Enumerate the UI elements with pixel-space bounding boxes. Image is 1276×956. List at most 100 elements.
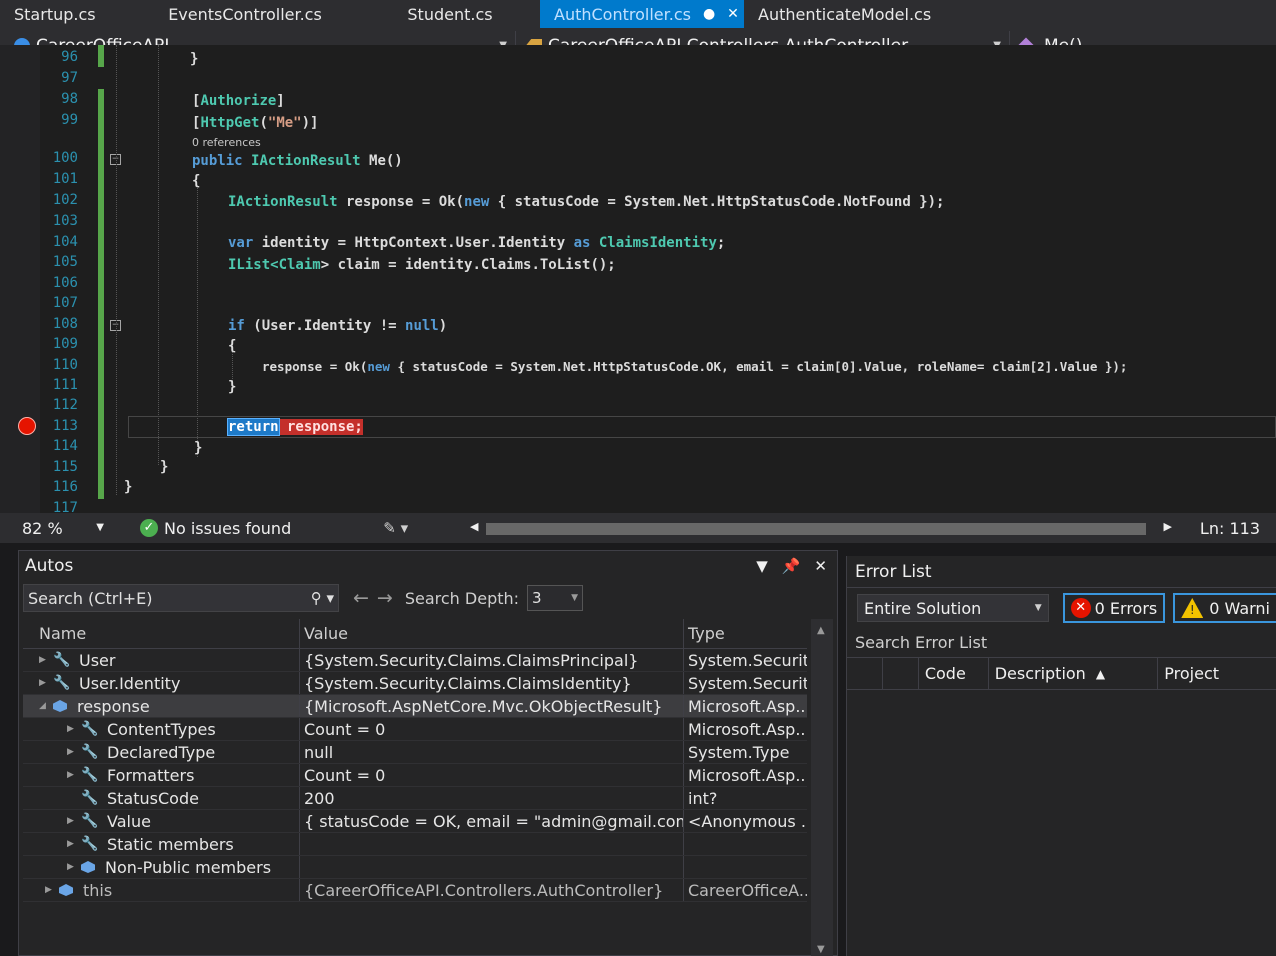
indent-guide	[158, 45, 159, 465]
close-icon[interactable]: ✕	[727, 6, 739, 22]
vertical-scrollbar[interactable]: ▲ ▼	[811, 619, 833, 956]
errors-count: 0 Errors	[1094, 598, 1158, 618]
wrench-icon: 🔧	[81, 744, 99, 760]
scope-dropdown[interactable]: Entire Solution ▼	[857, 594, 1049, 622]
scroll-down-icon[interactable]: ▼	[817, 944, 825, 955]
row-name: DeclaredType	[107, 742, 216, 762]
scroll-left-icon[interactable]: ◀	[470, 520, 478, 533]
line-position: Ln: 113	[1199, 519, 1260, 538]
tab-label: AuthController.cs	[554, 4, 691, 24]
error-list-toolbar: Entire Solution ▼ ✕ 0 Errors ! 0 Warni	[847, 588, 1276, 628]
row-type: CareerOfficeA...	[683, 879, 807, 901]
panel-tools: ▼ 📌 ✕	[756, 557, 827, 575]
expand-icon[interactable]: ▶	[67, 816, 81, 826]
expand-icon[interactable]: ▶	[39, 678, 53, 688]
expand-icon[interactable]: ▶	[67, 724, 81, 734]
table-row[interactable]: ▶ 🔧 User.Identity {System.Security.Claims.…	[23, 672, 807, 695]
table-row[interactable]: ▶ 🔧 User {System.Security.Claims.ClaimsPri…	[23, 649, 807, 672]
search-icon[interactable]: ⚲ ▾	[311, 589, 334, 607]
expand-icon[interactable]: ▶	[67, 862, 81, 872]
table-row[interactable]: ▶ 🔧 Formatters Count = 0 Microsoft.Asp...	[23, 764, 807, 787]
arrow-left-icon[interactable]: ←	[353, 587, 369, 609]
expand-icon[interactable]: ▶	[67, 747, 81, 757]
row-value[interactable]: {System.Security.Claims.ClaimsIdentity}	[299, 672, 683, 694]
row-type	[683, 833, 807, 855]
table-row[interactable]: ▶ 🔧 Value { statusCode = OK, email = "admi…	[23, 810, 807, 833]
table-row[interactable]: ▶ 🔧 DeclaredType null System.Type	[23, 741, 807, 764]
table-row[interactable]: ◢ response {Microsoft.AspNetCore.Mvc.OkOb…	[23, 695, 807, 718]
expand-icon[interactable]: ▶	[67, 839, 81, 849]
column-name[interactable]: Name	[23, 619, 299, 648]
pin-icon[interactable]: ●	[703, 6, 715, 22]
autos-search-input[interactable]: Search (Ctrl+E) ⚲ ▾	[23, 584, 339, 612]
row-value[interactable]: Count = 0	[299, 718, 683, 740]
row-value[interactable]	[299, 833, 683, 855]
column-value[interactable]: Value	[299, 619, 683, 648]
row-value[interactable]: Count = 0	[299, 764, 683, 786]
scroll-up-icon[interactable]: ▲	[817, 625, 825, 636]
column-severity[interactable]	[847, 658, 883, 689]
column-type[interactable]: Type	[683, 619, 807, 648]
tab-events-controller[interactable]: EventsController.cs	[130, 0, 360, 28]
row-type: Microsoft.Asp...	[683, 764, 807, 786]
zoom-dropdown[interactable]: 82 % ▼	[0, 519, 112, 538]
document-tabs: Startup.cs EventsController.cs Student.c…	[0, 0, 1276, 28]
issues-status[interactable]: No issues found	[164, 519, 291, 538]
row-value[interactable]: null	[299, 741, 683, 763]
static-members-icon: 🔧	[81, 836, 99, 852]
tab-student[interactable]: Student.cs	[360, 0, 540, 28]
variable-icon	[59, 884, 73, 896]
search-depth-label: Search Depth:	[404, 588, 520, 608]
line-number: 100	[52, 150, 78, 166]
column-description[interactable]: Description ▲	[989, 658, 1159, 689]
chevron-down-icon[interactable]: ▼	[756, 557, 768, 575]
row-value[interactable]: {CareerOfficeAPI.Controllers.AuthControl…	[299, 879, 683, 901]
pin-icon[interactable]: 📌	[782, 557, 801, 575]
codelens-references[interactable]: 0 references	[192, 136, 261, 149]
expand-icon[interactable]: ▶	[67, 770, 81, 780]
scroll-right-icon[interactable]: ▶	[1164, 520, 1172, 533]
brush-icon[interactable]: ✎ ▾	[383, 519, 408, 537]
tab-authenticate-model[interactable]: AuthenticateModel.cs	[744, 0, 944, 28]
horizontal-scrollbar[interactable]: ◀ ▶	[470, 520, 1190, 537]
code-editor[interactable]: 96 97 98 99 100 101 102 103 104 105 106 …	[0, 45, 1276, 513]
column-project[interactable]: Project	[1158, 658, 1276, 689]
indicator-margin[interactable]	[0, 45, 40, 513]
line-number: 112	[52, 397, 78, 413]
table-row[interactable]: ▶ this {CareerOfficeAPI.Controllers.AuthC…	[23, 879, 807, 902]
search-placeholder: Search (Ctrl+E)	[28, 588, 153, 608]
tab-auth-controller[interactable]: AuthController.cs ● ✕	[540, 0, 744, 28]
line-number: 109	[52, 336, 78, 352]
search-depth-dropdown[interactable]: 3 ▼	[527, 585, 584, 611]
row-type: System.Type	[683, 741, 807, 763]
error-list-search[interactable]: Search Error List	[847, 628, 1276, 658]
table-row[interactable]: ▶ 🔧 Static members	[23, 833, 807, 856]
collapse-icon[interactable]: ◢	[39, 701, 53, 711]
table-row[interactable]: 🔧 StatusCode 200 int?	[23, 787, 807, 810]
change-marker	[98, 45, 104, 67]
breakpoint-icon[interactable]	[18, 417, 36, 435]
variable-icon	[53, 700, 67, 712]
arrow-right-icon[interactable]: →	[377, 587, 393, 609]
table-row[interactable]: ▶ Non-Public members	[23, 856, 807, 879]
row-value[interactable]: {Microsoft.AspNetCore.Mvc.OkObjectResult…	[299, 695, 683, 717]
row-value[interactable]	[299, 856, 683, 878]
tab-startup[interactable]: Startup.cs	[0, 0, 130, 28]
scrollbar-thumb[interactable]	[486, 523, 1146, 535]
line-number: 115	[52, 459, 78, 475]
line-number: 99	[61, 112, 78, 128]
close-icon[interactable]: ✕	[814, 557, 827, 575]
table-row[interactable]: ▶ 🔧 ContentTypes Count = 0 Microsoft.Asp..…	[23, 718, 807, 741]
expand-icon[interactable]: ▶	[45, 885, 59, 895]
errors-filter-button[interactable]: ✕ 0 Errors	[1062, 593, 1166, 623]
warnings-filter-button[interactable]: ! 0 Warni	[1173, 593, 1276, 623]
column-suppression[interactable]	[883, 658, 919, 689]
column-code[interactable]: Code	[919, 658, 989, 689]
row-value[interactable]: 200	[299, 787, 683, 809]
code-line-115: }	[160, 459, 169, 475]
row-value[interactable]: {System.Security.Claims.ClaimsPrincipal}	[299, 649, 683, 671]
row-value[interactable]: { statusCode = OK, email = "admin@gmail.…	[299, 810, 683, 832]
row-name: response	[77, 696, 150, 716]
code-line-100: public IActionResult Me()	[192, 153, 403, 169]
expand-icon[interactable]: ▶	[39, 655, 53, 665]
